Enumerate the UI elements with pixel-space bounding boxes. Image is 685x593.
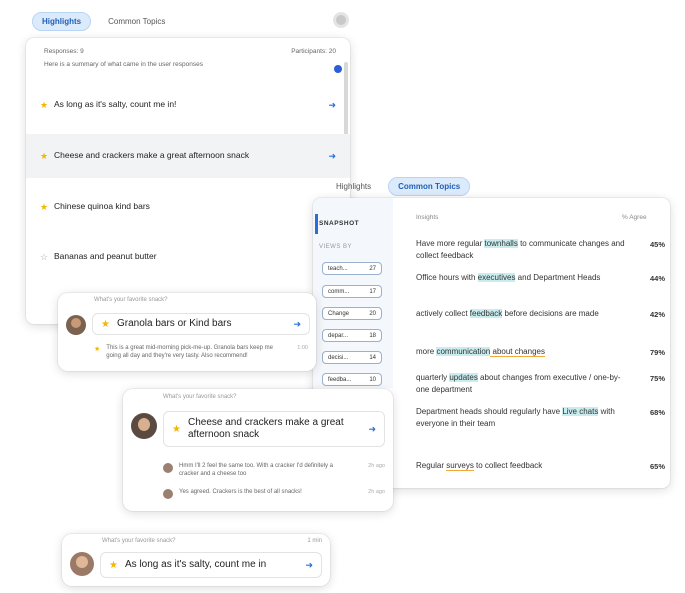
- snapshot-title: SNAPSHOT: [319, 220, 360, 227]
- topic-chip[interactable]: teach... 27: [322, 262, 382, 275]
- responses-count: Responses: 9: [44, 48, 84, 55]
- topic-chip[interactable]: decisi... 14: [322, 351, 382, 364]
- item-text: Cheese and crackers make a great afterno…: [54, 150, 250, 161]
- insight-percent: 44%: [649, 274, 665, 283]
- arrow-icon[interactable]: ➜: [305, 560, 313, 571]
- reply-text: Yes agreed. Crackers is the best of all …: [179, 489, 302, 495]
- answer-text: As long as it's salty, count me in: [125, 558, 267, 570]
- tab-common-topics[interactable]: Common Topics: [99, 13, 174, 30]
- highlights-header: Responses: 9 Participants: 20 Here is a …: [44, 48, 336, 68]
- insight-percent: 42%: [649, 310, 665, 319]
- list-item[interactable]: ★ As long as it's salty, count me in! ➜: [26, 90, 350, 120]
- agree-header: % Agree: [622, 214, 647, 221]
- views-label: VIEWS BY: [319, 244, 353, 250]
- tab-common-topics[interactable]: Common Topics: [388, 177, 471, 196]
- top-tab-bar: Highlights Common Topics: [32, 12, 174, 31]
- gear-icon[interactable]: [333, 12, 349, 28]
- item-text: Bananas and peanut butter: [54, 251, 157, 262]
- insight-text: more communication about changes: [416, 347, 545, 357]
- answer-box[interactable]: ★ As long as it's salty, count me in ➜: [100, 552, 322, 578]
- answer-text: Cheese and crackers make a great afterno…: [188, 416, 344, 441]
- insight-text: actively collect feedback before decisio…: [416, 309, 599, 318]
- avatar: [131, 413, 157, 439]
- question-label: What's your favorite snack?: [163, 394, 237, 400]
- tab-highlights[interactable]: Highlights: [32, 12, 92, 31]
- insight-text: Have more regular townhalls to communica…: [416, 239, 625, 260]
- response-card: What's your favorite snack? 1 min ★ As l…: [62, 534, 330, 586]
- insight-percent: 65%: [649, 462, 665, 471]
- star-icon[interactable]: ★: [101, 319, 117, 330]
- list-item[interactable]: ★ Cheese and crackers make a great after…: [26, 134, 350, 178]
- reply-time: 1:00: [297, 345, 308, 351]
- answer-box[interactable]: ★ Granola bars or Kind bars ➜: [92, 313, 310, 335]
- insight-text: quarterly updates about changes from exe…: [416, 373, 621, 394]
- highlights-subtitle: Here is a summary of what came in the us…: [44, 61, 203, 68]
- avatar: [70, 552, 94, 576]
- star-icon[interactable]: ★: [40, 100, 54, 111]
- star-outline-icon[interactable]: ☆: [40, 252, 54, 263]
- star-icon: ★: [94, 346, 101, 353]
- reply-text: Hmm I'll 2 feel the same too. With a cra…: [179, 463, 334, 477]
- topics-tab-bar: Highlights Common Topics: [327, 177, 471, 196]
- topic-chip[interactable]: feedba... 10: [322, 373, 382, 386]
- topic-chip[interactable]: Change 20: [322, 307, 382, 320]
- arrow-icon[interactable]: ➜: [368, 424, 376, 435]
- info-icon[interactable]: [334, 65, 342, 73]
- participants-count: Participants: 20: [291, 48, 336, 55]
- question-label: What's your favorite snack?: [94, 297, 168, 303]
- star-icon[interactable]: ★: [172, 424, 188, 435]
- snapshot-indicator: [315, 214, 318, 234]
- avatar: [66, 315, 86, 335]
- item-text: Chinese quinoa kind bars: [54, 201, 150, 212]
- star-icon[interactable]: ★: [109, 560, 125, 571]
- arrow-icon[interactable]: ➜: [320, 100, 336, 111]
- avatar: [163, 463, 173, 473]
- response-card: What's your favorite snack? ★ Granola ba…: [58, 293, 316, 371]
- answer-box[interactable]: ★ Cheese and crackers make a great after…: [163, 411, 385, 447]
- reply-text: This is a great mid-morning pick-me-up. …: [106, 345, 274, 359]
- arrow-icon[interactable]: ➜: [320, 151, 336, 162]
- reply-time: 2h ago: [368, 489, 385, 495]
- item-text: As long as it's salty, count me in!: [54, 99, 177, 110]
- answer-text: Granola bars or Kind bars: [117, 317, 232, 329]
- insight-text: Regular surveys to collect feedback: [416, 461, 543, 471]
- topic-chip[interactable]: depar... 18: [322, 329, 382, 342]
- star-icon[interactable]: ★: [40, 151, 54, 162]
- reply-row: Yes agreed. Crackers is the best of all …: [163, 489, 385, 499]
- star-icon[interactable]: ★: [40, 202, 54, 213]
- question-label: What's your favorite snack?: [102, 538, 176, 544]
- list-item[interactable]: ★ Chinese quinoa kind bars: [26, 192, 350, 222]
- reply-time: 2h ago: [368, 463, 385, 469]
- insight-percent: 45%: [649, 240, 665, 249]
- insight-text: Department heads should regularly have L…: [416, 407, 615, 428]
- reply-row: Hmm I'll 2 feel the same too. With a cra…: [163, 463, 385, 479]
- insight-percent: 75%: [649, 374, 665, 383]
- reply-row: ★ This is a great mid-morning pick-me-up…: [94, 345, 308, 361]
- insights-header: Insights: [416, 214, 439, 221]
- tab-highlights[interactable]: Highlights: [327, 178, 380, 195]
- list-item[interactable]: ☆ Bananas and peanut butter: [26, 242, 350, 272]
- highlights-card: Responses: 9 Participants: 20 Here is a …: [26, 38, 350, 324]
- avatar: [163, 489, 173, 499]
- insight-percent: 79%: [649, 348, 665, 357]
- topic-chip[interactable]: comm... 17: [322, 285, 382, 298]
- insight-percent: 68%: [649, 408, 665, 417]
- response-time: 1 min: [307, 538, 322, 544]
- arrow-icon[interactable]: ➜: [293, 319, 301, 330]
- response-card: What's your favorite snack? ★ Cheese and…: [123, 389, 393, 511]
- insight-text: Office hours with executives and Departm…: [416, 273, 601, 282]
